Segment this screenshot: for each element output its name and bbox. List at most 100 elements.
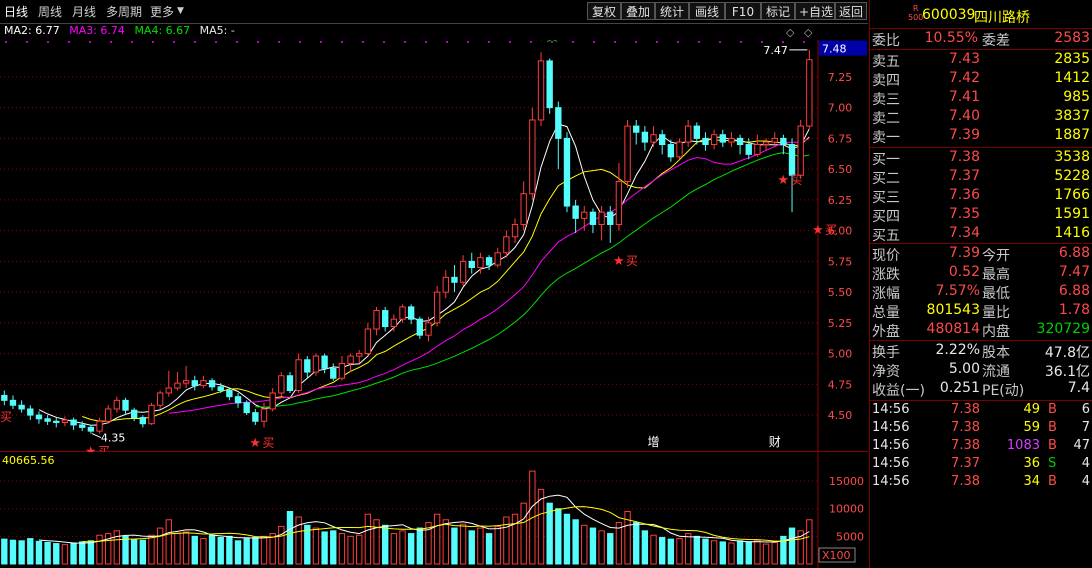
candlestick[interactable] [243, 400, 250, 416]
volume-bar[interactable] [520, 502, 527, 565]
volume-bar[interactable] [139, 539, 147, 565]
candlestick[interactable] [312, 353, 320, 376]
volume-bar[interactable] [234, 540, 242, 565]
candlestick[interactable] [468, 252, 475, 274]
volume-bar[interactable] [598, 530, 605, 565]
candlestick[interactable] [295, 353, 302, 393]
volume-bar[interactable] [79, 541, 86, 565]
candlestick[interactable] [9, 395, 17, 409]
volume-bar[interactable] [356, 534, 363, 565]
volume-bar[interactable] [217, 536, 224, 565]
candlestick[interactable] [200, 375, 207, 389]
close-icon[interactable]: ◇ [804, 26, 812, 39]
candlestick[interactable] [615, 162, 623, 231]
candlestick[interactable] [780, 134, 787, 155]
volume-bar[interactable] [304, 524, 311, 565]
volume-bar[interactable] [390, 533, 398, 565]
price-chart[interactable]: 7.257.006.756.506.256.005.755.505.255.00… [0, 40, 868, 452]
volume-bar[interactable] [338, 533, 346, 565]
volume-bar[interactable] [182, 531, 190, 565]
volume-bar[interactable] [468, 530, 475, 565]
volume-bar[interactable] [788, 527, 796, 565]
add-watchlist-button[interactable]: +自选 [795, 2, 835, 20]
volume-bar[interactable] [433, 513, 441, 565]
candlestick[interactable] [797, 119, 804, 179]
candlestick[interactable] [113, 396, 121, 413]
candlestick[interactable] [641, 126, 649, 151]
volume-bar[interactable] [771, 541, 778, 565]
candlestick[interactable] [710, 129, 718, 150]
candlestick[interactable] [537, 52, 545, 127]
volume-bar[interactable] [416, 527, 424, 565]
candlestick[interactable] [278, 372, 285, 397]
candlestick[interactable] [269, 388, 276, 412]
volume-bar[interactable] [286, 510, 294, 565]
statistics-button[interactable]: 统计 [655, 2, 689, 20]
volume-bar[interactable] [364, 513, 372, 565]
draw-line-button[interactable]: 画线 [689, 2, 725, 20]
candlestick[interactable] [702, 132, 709, 151]
candlestick[interactable] [18, 400, 25, 413]
candlestick[interactable] [407, 304, 415, 325]
candlestick[interactable] [754, 134, 761, 157]
candlestick[interactable] [234, 392, 242, 408]
more-dropdown-icon[interactable]: ▼ [177, 6, 184, 16]
candlestick[interactable] [382, 306, 389, 332]
volume-bar[interactable] [572, 519, 579, 565]
candlestick[interactable] [433, 285, 441, 327]
candlestick[interactable] [35, 411, 43, 424]
candlestick[interactable] [373, 306, 380, 336]
candlestick[interactable] [684, 119, 692, 147]
candlestick[interactable] [321, 353, 328, 374]
volume-bar[interactable] [191, 535, 198, 565]
candlestick[interactable] [70, 417, 77, 430]
volume-bar[interactable] [511, 513, 519, 565]
volume-bar[interactable] [693, 535, 700, 565]
volume-bar[interactable] [659, 536, 666, 565]
volume-bar[interactable] [130, 539, 138, 565]
volume-bar[interactable] [53, 543, 60, 565]
back-button[interactable]: 返回 [835, 2, 867, 20]
volume-bar[interactable] [312, 527, 320, 565]
tab-multi-period[interactable]: 多周期 [106, 3, 142, 20]
volume-bar[interactable] [18, 540, 25, 565]
volume-bar[interactable] [762, 543, 770, 565]
candlestick[interactable] [148, 402, 155, 425]
volume-bar[interactable] [485, 533, 493, 565]
candlestick[interactable] [286, 372, 294, 393]
candlestick[interactable] [676, 138, 683, 160]
candlestick[interactable] [165, 370, 172, 397]
candlestick[interactable] [105, 405, 112, 424]
candlestick[interactable] [624, 119, 631, 188]
volume-bar[interactable] [9, 539, 17, 565]
volume-bar[interactable] [278, 525, 285, 565]
volume-bar[interactable] [96, 534, 103, 565]
candlestick[interactable] [330, 363, 337, 381]
volume-bar[interactable] [321, 531, 328, 565]
candlestick[interactable] [563, 132, 571, 213]
volume-bar[interactable] [87, 540, 95, 565]
volume-bar[interactable] [148, 534, 155, 565]
volume-bar[interactable] [641, 530, 649, 565]
candlestick[interactable] [659, 129, 666, 155]
overlay-button[interactable]: 叠加 [621, 2, 655, 20]
candlestick[interactable] [156, 390, 164, 409]
volume-bar[interactable] [667, 538, 675, 565]
candlestick[interactable] [304, 356, 311, 379]
candlestick[interactable] [364, 322, 372, 357]
volume-bar[interactable] [27, 538, 34, 565]
candlestick[interactable] [442, 269, 449, 299]
candlestick[interactable] [1, 390, 8, 406]
candlestick[interactable] [356, 349, 363, 364]
volume-bar[interactable] [607, 533, 614, 565]
volume-bar[interactable] [44, 541, 51, 565]
volume-bar[interactable] [650, 534, 657, 565]
candlestick[interactable] [719, 129, 726, 147]
candlestick[interactable] [252, 408, 259, 425]
volume-bar[interactable] [200, 538, 207, 565]
volume-bar[interactable] [399, 530, 406, 565]
volume-bar[interactable] [252, 536, 259, 565]
volume-bar[interactable] [745, 541, 752, 565]
candlestick[interactable] [762, 138, 770, 151]
candlestick[interactable] [191, 375, 198, 391]
